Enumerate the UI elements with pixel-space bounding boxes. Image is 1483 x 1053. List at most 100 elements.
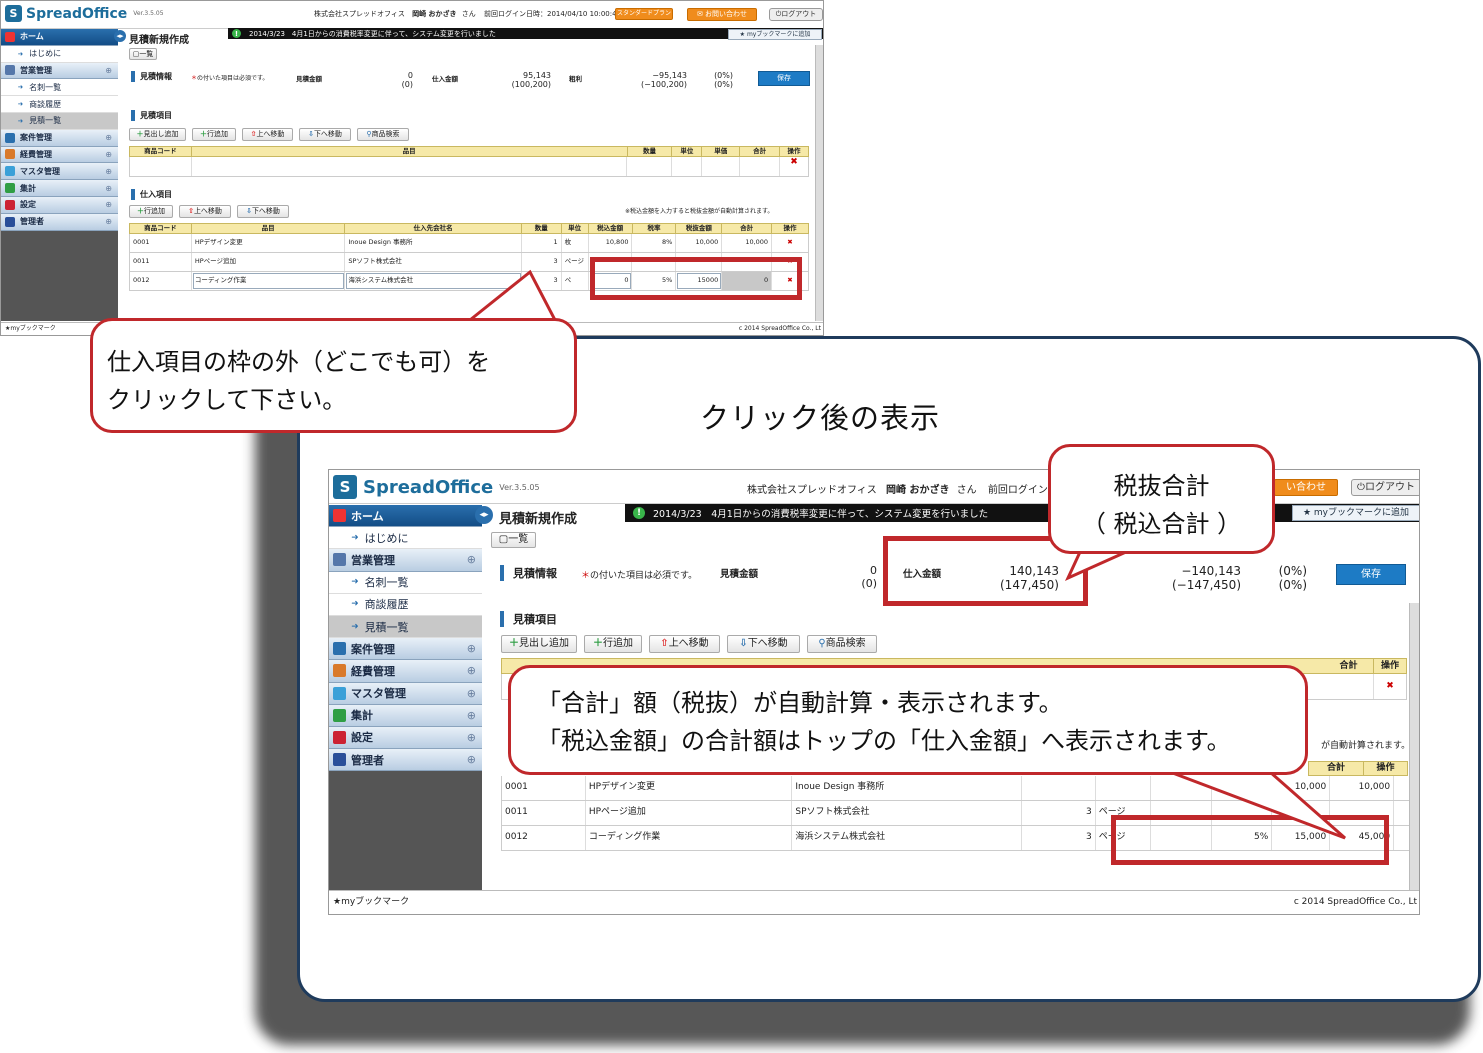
sidebar-item-8[interactable]: マスタ管理 ⊕ <box>1 163 118 181</box>
sidebar-item-5[interactable]: ➜ 見積一覧 <box>1 112 118 130</box>
save-button[interactable]: 保存 <box>758 71 810 86</box>
gross-profit-value: −95,143 (−100,200) <box>640 71 687 90</box>
delete-row-icon[interactable]: ✖ <box>772 234 808 252</box>
estimate_items-buttons-button-4[interactable]: ⚲商品検索 <box>357 128 409 141</box>
sidebar-item-3[interactable]: ➜ 名刺一覧 <box>1 79 118 97</box>
cell-supplier[interactable]: 海浜システム株式会社 <box>345 272 522 290</box>
bookmark-footer-link[interactable]: ★myブックマーク <box>333 891 409 913</box>
contact-button[interactable]: い合わせ <box>1274 479 1338 496</box>
cell-code: 0011 <box>130 253 192 271</box>
sidebar-item-4[interactable]: ➜ 商談履歴 <box>329 593 482 616</box>
menu-group-icon <box>5 216 15 227</box>
purchase_items-buttons-button-1[interactable]: ⇧上へ移動 <box>179 205 231 218</box>
logo-icon: S <box>333 475 357 499</box>
collapse-sidebar-button[interactable]: ◂▸ <box>114 30 126 42</box>
arrow-icon: ➜ <box>351 599 359 610</box>
estimate_items-buttons-button-4[interactable]: ⚲商品検索 <box>807 635 877 653</box>
sidebar-item-label: はじめに <box>29 49 62 59</box>
estimate_items-buttons-button-0[interactable]: ＋見出し追加 <box>129 128 186 141</box>
cell-qty <box>1022 776 1096 800</box>
expand-icon: ⊕ <box>105 166 112 176</box>
sidebar-item-7[interactable]: 経費管理 ⊕ <box>329 660 482 683</box>
home-icon <box>333 509 346 523</box>
cell-rate: 8% <box>632 234 677 252</box>
sidebar-item-9[interactable]: 集計 ⊕ <box>329 704 482 727</box>
purchase_items-buttons-button-0[interactable]: ＋行追加 <box>129 205 173 218</box>
power-icon: ⏻ <box>1357 482 1365 493</box>
estimate_items-buttons-button-2[interactable]: ⇧上へ移動 <box>242 128 293 141</box>
move-up-icon: ⇧ <box>660 638 669 649</box>
required-note: ＊の付いた項目は必須です。 <box>581 571 698 581</box>
contact-button[interactable]: ✉ お問い合わせ <box>687 8 757 21</box>
cell-item[interactable]: コーディング作業 <box>191 272 346 290</box>
estimate_items-buttons-button-1[interactable]: ＋行追加 <box>192 128 236 141</box>
cell-supplier: SPソフト株式会社 <box>792 801 1022 825</box>
purchase_items-buttons-button-2[interactable]: ⇩下へ移動 <box>237 205 289 218</box>
sidebar-item-label: はじめに <box>364 531 409 545</box>
sidebar-item-5[interactable]: ➜ 見積一覧 <box>329 615 482 639</box>
sidebar-item-11[interactable]: 管理者 ⊕ <box>329 749 482 772</box>
sidebar-item-label: 商談履歴 <box>364 598 409 612</box>
sidebar-item-0[interactable]: ホーム <box>1 29 118 46</box>
sidebar-item-label: 案件管理 <box>351 642 395 656</box>
gross-profit-rate: (0%) (0%) <box>714 71 733 90</box>
cell-supplier: 海浜システム株式会社 <box>792 826 1022 850</box>
list-button[interactable]: ▢一覧 <box>129 48 157 60</box>
before-highlight-box <box>590 257 802 300</box>
collapse-sidebar-button[interactable]: ◂▸ <box>475 506 493 524</box>
logout-button[interactable]: ⏻ログアウト <box>769 8 823 21</box>
delete-row-icon[interactable]: ✖ <box>1374 674 1406 699</box>
notice-icon: ! <box>232 29 241 38</box>
list-button[interactable]: ▢一覧 <box>491 532 536 548</box>
add-row-icon: ＋ <box>593 638 603 649</box>
sidebar-item-8[interactable]: マスタ管理 ⊕ <box>329 682 482 705</box>
vertical-scrollbar[interactable] <box>1409 603 1419 891</box>
sidebar-item-9[interactable]: 集計 ⊕ <box>1 180 118 197</box>
sidebar-item-2[interactable]: 営業管理 ⊕ <box>1 62 118 80</box>
delete-row-icon[interactable]: ✖ <box>780 157 808 176</box>
sidebar-item-3[interactable]: ➜ 名刺一覧 <box>329 571 482 594</box>
menu-group-icon <box>333 708 346 722</box>
logout-button[interactable]: ⏻ログアウト <box>1351 479 1419 496</box>
copyright: c 2014 SpreadOffice Co., Lt <box>738 325 821 332</box>
bookmark-footer-link[interactable]: ★myブックマーク <box>5 323 56 335</box>
plan-badge[interactable]: スタンダードプラン <box>615 8 673 20</box>
sidebar-item-6[interactable]: 案件管理 ⊕ <box>329 638 482 661</box>
bookmark-add-button[interactable]: ★ myブックマークに追加 <box>1292 505 1419 521</box>
page-title: 見積新規作成 <box>499 512 578 527</box>
cell-unit[interactable]: ペ <box>562 272 589 290</box>
estimate_items-buttons-button-3[interactable]: ⇩下へ移動 <box>299 128 351 141</box>
save-button[interactable]: 保存 <box>1336 564 1406 585</box>
sidebar-item-4[interactable]: ➜ 商談履歴 <box>1 96 118 113</box>
estimate_items-buttons-button-1[interactable]: ＋行追加 <box>584 635 642 653</box>
menu-group-icon <box>333 730 346 744</box>
estimate-amount-value: 0 (0) <box>861 564 877 590</box>
callout-tail-autocalc <box>1169 770 1346 840</box>
cell-code[interactable]: 0012 <box>130 272 192 290</box>
arrow-icon: ➜ <box>17 100 24 109</box>
sidebar-item-0[interactable]: ホーム <box>329 505 482 528</box>
estimate_items-buttons-button-3[interactable]: ⇩下へ移動 <box>727 635 800 653</box>
sidebar-item-7[interactable]: 経費管理 ⊕ <box>1 146 118 164</box>
sidebar-item-10[interactable]: 設定 ⊕ <box>1 196 118 214</box>
sidebar-item-1[interactable]: ➜ はじめに <box>329 527 482 550</box>
sidebar-item-1[interactable]: ➜ はじめに <box>1 45 118 63</box>
sidebar-item-label: 商談履歴 <box>29 99 62 109</box>
estimate_items-buttons-button-2[interactable]: ⇧上へ移動 <box>649 635 720 653</box>
sidebar-item-2[interactable]: 営業管理 ⊕ <box>329 549 482 572</box>
user-info: 株式会社スプレッドオフィス 岡崎 おかざき さん 前回ログイン日時：2014/0… <box>314 10 622 18</box>
move-down-icon: ⇩ <box>739 638 748 649</box>
sidebar-item-label: 設定 <box>20 200 36 210</box>
header: S SpreadOffice Ver.3.5.05 株式会社スプレッドオフィス … <box>1 1 823 29</box>
sidebar-item-11[interactable]: 管理者 ⊕ <box>1 213 118 231</box>
vertical-scrollbar[interactable] <box>815 45 823 321</box>
sidebar-item-label: 集計 <box>351 709 373 723</box>
cell-total: 10,000 <box>722 234 773 252</box>
sidebar-item-10[interactable]: 設定 ⊕ <box>329 726 482 750</box>
add-heading-icon: ＋ <box>136 130 144 138</box>
bookmark-add-button[interactable]: ★ myブックマークに追加 <box>728 29 822 40</box>
sidebar-item-label: 管理者 <box>351 753 384 767</box>
sidebar-item-6[interactable]: 案件管理 ⊕ <box>1 129 118 147</box>
estimate_items-buttons-button-0[interactable]: ＋見出し追加 <box>501 635 577 653</box>
brand-name: SpreadOffice <box>363 476 494 498</box>
